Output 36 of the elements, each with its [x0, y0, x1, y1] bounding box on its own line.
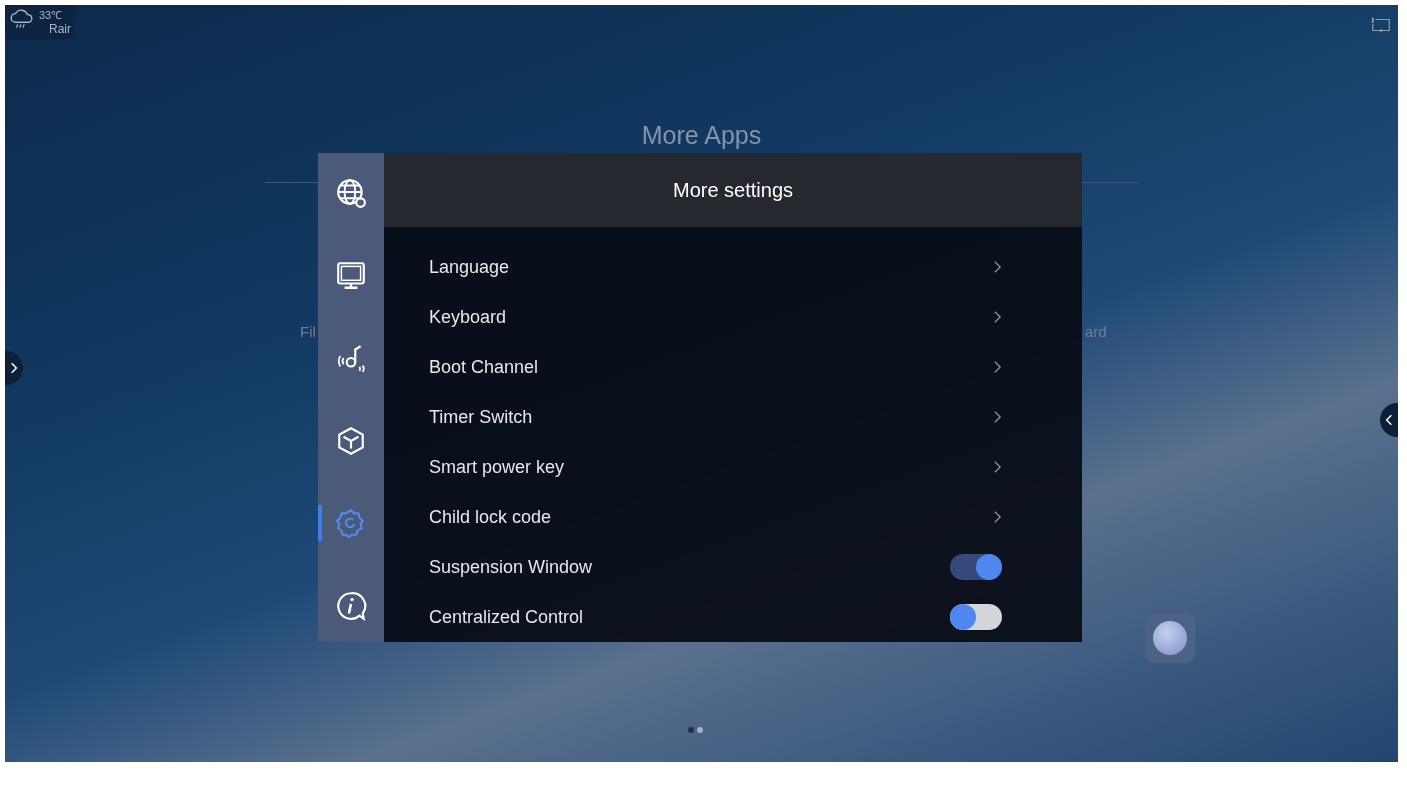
setting-label: Centralized Control [429, 606, 584, 628]
chevron-right-icon[interactable] [993, 310, 1002, 324]
setting-label: Suspension Window [429, 556, 593, 578]
screen-cast-icon[interactable] [1370, 15, 1392, 35]
rain-cloud-icon [9, 8, 35, 30]
page-title: More Apps [640, 121, 763, 150]
panel-title: More settings [672, 178, 794, 202]
setting-label: Child lock code [429, 506, 552, 528]
setting-label: Boot Channel [429, 356, 539, 378]
expand-right-button[interactable] [1380, 403, 1398, 437]
setting-label: Timer Switch [429, 406, 533, 428]
info-icon [335, 589, 367, 622]
setting-label: Language [429, 256, 510, 278]
toggle-switch[interactable] [950, 554, 1002, 580]
app-label: ard [1085, 323, 1107, 340]
setting-label: Keyboard [429, 306, 507, 328]
chevron-left-icon [1385, 414, 1393, 426]
expand-left-button[interactable] [5, 351, 23, 385]
app-label: Fil [300, 323, 316, 340]
settings-icon [335, 507, 367, 539]
globe-gear-icon [335, 177, 367, 209]
chevron-right-icon[interactable] [993, 260, 1002, 274]
chevron-right-icon [10, 362, 18, 374]
monitor-icon [335, 259, 367, 292]
toggle-switch[interactable] [950, 604, 1002, 630]
temperature: 33℃ [39, 8, 64, 22]
chevron-right-icon[interactable] [993, 510, 1002, 524]
page-indicator-dot[interactable] [697, 727, 703, 733]
weather-condition: Rair [48, 22, 71, 36]
setting-label: Smart power key [429, 456, 565, 478]
chevron-right-icon[interactable] [993, 460, 1002, 474]
page-indicator-dot[interactable] [688, 727, 694, 733]
floating-ball-button[interactable] [1145, 613, 1195, 663]
chevron-right-icon[interactable] [993, 410, 1002, 424]
chevron-right-icon[interactable] [993, 360, 1002, 374]
cube-icon [335, 424, 367, 457]
